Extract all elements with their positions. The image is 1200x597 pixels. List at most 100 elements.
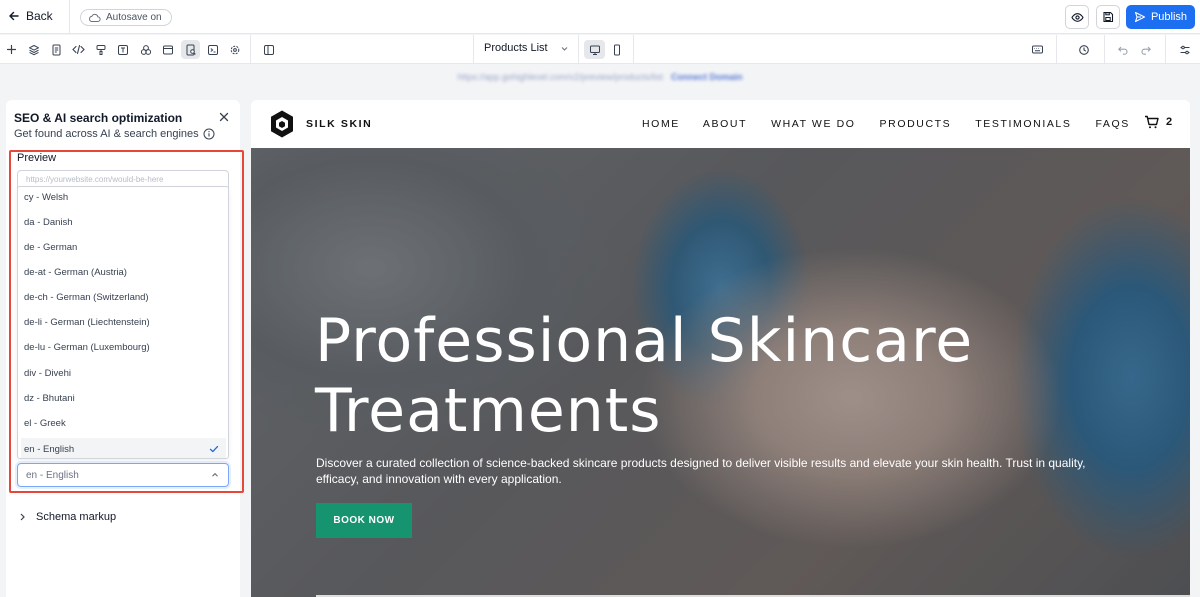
nav-link-home[interactable]: HOME	[642, 118, 680, 130]
language-option[interactable]: de-lu - German (Luxembourg)	[21, 336, 226, 358]
site-preview: SILK SKIN HOME ABOUT WHAT WE DO PRODUCTS…	[251, 100, 1190, 597]
language-select[interactable]: en - English	[17, 463, 229, 487]
site-navbar: SILK SKIN HOME ABOUT WHAT WE DO PRODUCTS…	[251, 100, 1190, 148]
language-option[interactable]: de-li - German (Liechtenstein)	[21, 311, 226, 333]
nav-link-what-we-do[interactable]: WHAT WE DO	[771, 118, 855, 130]
arrow-left-icon	[9, 11, 19, 21]
nav-link-testimonials[interactable]: TESTIMONIALS	[975, 118, 1071, 130]
option-label: de-li - German (Liechtenstein)	[24, 316, 150, 328]
layout-toggle-button[interactable]	[259, 40, 278, 59]
divider	[1056, 35, 1057, 64]
divider	[69, 0, 70, 34]
cart-count: 2	[1166, 116, 1173, 128]
language-option-selected[interactable]: en - English	[21, 438, 226, 458]
page-selector[interactable]: Products List	[484, 42, 569, 54]
save-button[interactable]	[1096, 5, 1120, 29]
cart-button[interactable]: 2	[1144, 115, 1172, 129]
media-button[interactable]	[158, 40, 177, 59]
option-label: de-at - German (Austria)	[24, 266, 127, 278]
language-option[interactable]: cy - Welsh	[21, 187, 226, 208]
adjustments-button[interactable]	[1175, 40, 1194, 59]
option-label: da - Danish	[24, 216, 73, 228]
connect-domain-link[interactable]: Connect Domain	[671, 72, 743, 82]
divider	[578, 35, 579, 64]
components-icon	[140, 44, 151, 55]
add-element-button[interactable]	[2, 40, 21, 59]
option-label: el - Greek	[24, 417, 66, 429]
autosave-label: Autosave on	[106, 12, 162, 23]
site-nav-links: HOME ABOUT WHAT WE DO PRODUCTS TESTIMONI…	[642, 118, 1130, 130]
style-button[interactable]	[91, 40, 110, 59]
pages-button[interactable]	[47, 40, 66, 59]
undo-icon	[1117, 46, 1128, 55]
mobile-icon	[613, 44, 620, 55]
close-panel-button[interactable]	[217, 110, 231, 124]
add-icon	[6, 44, 17, 55]
cloud-icon	[89, 13, 101, 22]
divider	[473, 35, 474, 64]
settings-button[interactable]	[225, 40, 244, 59]
book-now-button[interactable]: BOOK NOW	[316, 503, 412, 538]
send-icon	[1134, 11, 1146, 23]
language-option[interactable]: de-at - German (Austria)	[21, 261, 226, 283]
option-label: div - Divehi	[24, 367, 71, 379]
preview-button[interactable]	[1065, 5, 1089, 29]
language-option[interactable]: el - Greek	[21, 412, 226, 434]
info-icon[interactable]	[203, 128, 215, 140]
preview-url[interactable]: https://app.gohighlevel.com/v2/preview/p…	[457, 72, 663, 82]
nav-link-products[interactable]: PRODUCTS	[880, 118, 952, 130]
divider	[633, 35, 634, 64]
paint-icon	[96, 44, 105, 55]
schema-markup-label: Schema markup	[36, 511, 117, 523]
option-label: de - German	[24, 241, 78, 253]
preview-url-bar: https://app.gohighlevel.com/v2/preview/p…	[0, 65, 1200, 89]
back-button[interactable]: Back	[8, 9, 53, 23]
layers-button[interactable]	[24, 40, 43, 59]
check-icon	[209, 445, 219, 453]
text-icon	[117, 44, 128, 55]
terminal-button[interactable]	[203, 40, 222, 59]
mobile-view-button[interactable]	[607, 40, 626, 59]
redo-button[interactable]	[1136, 40, 1155, 59]
language-option[interactable]: de-ch - German (Switzerland)	[21, 286, 226, 308]
terminal-icon	[207, 44, 218, 55]
layers-icon	[28, 44, 39, 55]
language-dropdown[interactable]: cy - Welsh da - Danish de - German de-at…	[17, 186, 229, 459]
hero-title-line: Professional Skincare	[315, 306, 974, 376]
history-button[interactable]	[1074, 40, 1093, 59]
language-option[interactable]: da - Danish	[21, 211, 226, 233]
language-option[interactable]: de - German	[21, 236, 226, 258]
hero-title: Professional Skincare Treatments	[315, 306, 1075, 446]
site-logo[interactable]: SILK SKIN	[269, 109, 372, 139]
top-bar: Back Autosave on Publish	[0, 0, 1200, 34]
seo-button[interactable]	[181, 40, 200, 59]
language-option[interactable]: div - Divehi	[21, 362, 226, 384]
option-label: de-lu - German (Luxembourg)	[24, 341, 150, 353]
keyboard-shortcuts-button[interactable]	[1028, 40, 1047, 59]
nav-link-faqs[interactable]: FAQS	[1095, 118, 1129, 130]
keyboard-icon	[1032, 45, 1043, 54]
publish-button[interactable]: Publish	[1126, 5, 1195, 29]
hero-section: Professional Skincare Treatments Discove…	[251, 148, 1190, 597]
option-label: cy - Welsh	[24, 191, 69, 203]
code-button[interactable]	[69, 40, 88, 59]
hero-description-line: Discover a curated collection of science…	[316, 456, 1086, 470]
panel-title: SEO & AI search optimization	[14, 111, 183, 125]
publish-label: Publish	[1150, 11, 1188, 23]
chevron-right-icon	[20, 513, 25, 521]
language-select-value: en - English	[26, 469, 79, 481]
media-icon	[162, 45, 173, 54]
desktop-view-button[interactable]	[584, 40, 605, 59]
undo-button[interactable]	[1113, 40, 1132, 59]
close-icon	[219, 112, 229, 122]
text-button[interactable]	[113, 40, 132, 59]
nav-link-about[interactable]: ABOUT	[703, 118, 747, 130]
divider	[1104, 35, 1105, 64]
eye-icon	[1070, 12, 1084, 22]
components-button[interactable]	[136, 40, 155, 59]
divider	[1165, 35, 1166, 64]
panel-subtitle-text: Get found across AI & search engines	[14, 128, 199, 140]
schema-markup-toggle[interactable]: Schema markup	[18, 511, 116, 523]
language-option[interactable]: dz - Bhutani	[21, 387, 226, 409]
hero-title-line: Treatments	[315, 376, 662, 446]
